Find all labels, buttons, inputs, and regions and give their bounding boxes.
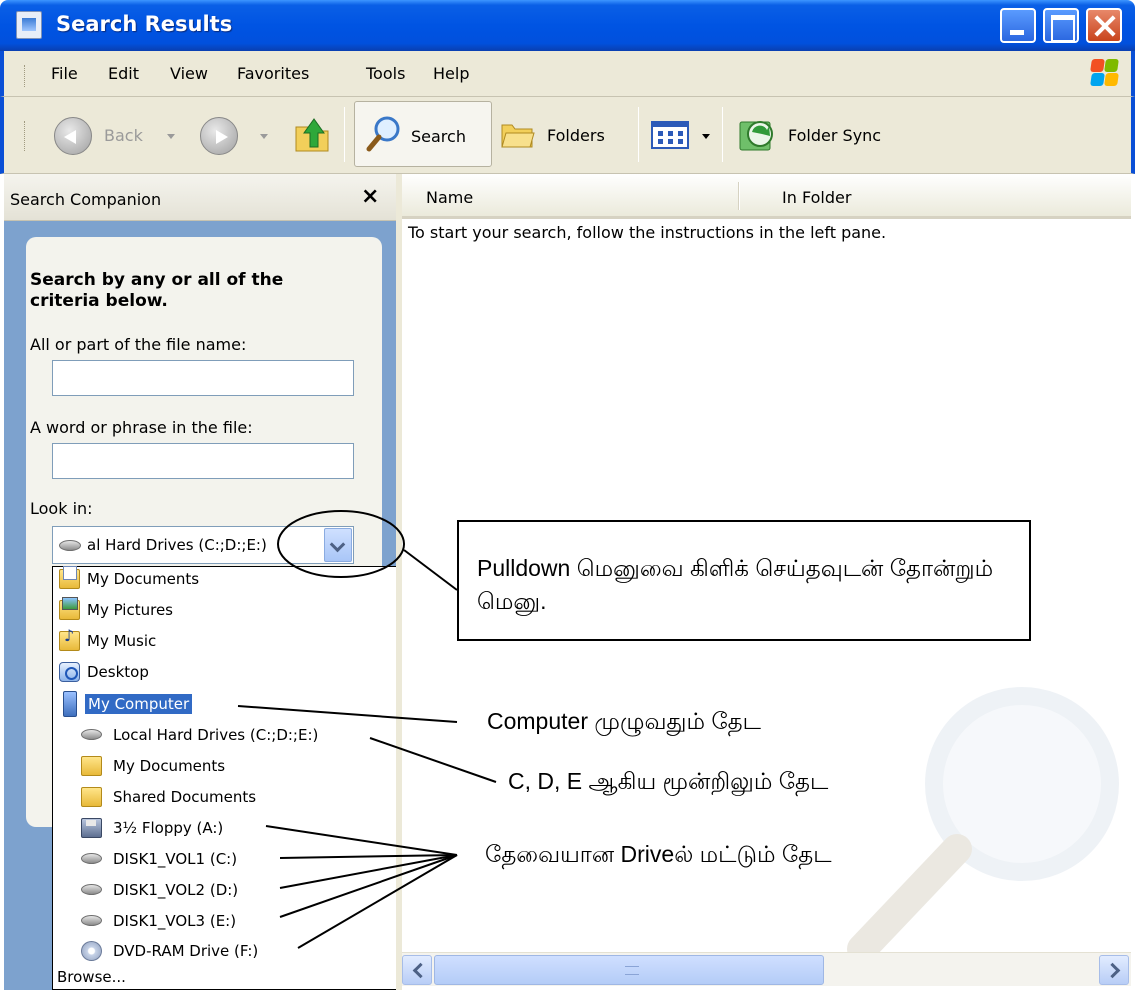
look-in-dropdown-list: My Documents My Pictures My Music Deskto… xyxy=(52,566,404,990)
list-item-browse[interactable]: Browse... xyxy=(53,965,403,990)
close-pane-icon[interactable]: × xyxy=(361,184,379,209)
window-title: Search Results xyxy=(56,12,233,36)
search-companion-title: Search Companion xyxy=(10,190,162,209)
search-results-window-icon xyxy=(16,11,42,39)
back-dropdown-arrow-icon[interactable] xyxy=(167,134,175,139)
my-documents-icon xyxy=(59,566,80,589)
annotation-callout-box: Pulldown மெனுவை கிளிக் செய்தவுடன் தோன்று… xyxy=(457,520,1031,641)
title-bar: Search Results xyxy=(0,0,1135,51)
list-item[interactable]: DISK1_VOL3 (E:) xyxy=(53,909,403,937)
list-item[interactable]: DVD-RAM Drive (F:) xyxy=(53,939,403,967)
folders-label[interactable]: Folders xyxy=(547,126,605,145)
maximize-button[interactable] xyxy=(1043,8,1079,43)
magnifier-icon xyxy=(366,116,400,152)
hard-drive-icon xyxy=(81,884,102,895)
menu-view[interactable]: View xyxy=(170,64,208,83)
hard-drive-icon xyxy=(81,729,102,740)
back-arrow-icon[interactable] xyxy=(54,117,92,155)
list-item[interactable]: 3½ Floppy (A:) xyxy=(53,816,403,844)
close-button[interactable] xyxy=(1086,8,1122,43)
annotation-cde: C, D, E ஆகிய மூன்றிலும் தேட xyxy=(508,768,829,794)
views-icon[interactable] xyxy=(651,120,691,150)
forward-arrow-icon[interactable] xyxy=(200,117,238,155)
horizontal-scrollbar[interactable] xyxy=(402,952,1131,986)
dvd-icon xyxy=(81,941,102,961)
annotation-drive: தேவையான Driveல் மட்டும் தேட xyxy=(485,841,832,867)
annotation-callout-text: Pulldown மெனுவை கிளிக் செய்தவுடன் தோன்று… xyxy=(477,555,994,614)
list-item[interactable]: Desktop xyxy=(53,660,403,688)
menu-tools[interactable]: Tools xyxy=(366,64,405,83)
menu-help[interactable]: Help xyxy=(433,64,469,83)
hard-drive-icon xyxy=(81,915,102,926)
annotation-computer: Computer முழுவதும் தேட xyxy=(487,708,761,734)
list-item[interactable]: My Music xyxy=(53,626,403,657)
menu-bar: File Edit View Favorites Tools Help xyxy=(0,51,1135,97)
results-column-header: Name In Folder xyxy=(402,174,1131,219)
my-computer-icon xyxy=(63,691,77,717)
search-label: Search xyxy=(411,127,466,146)
folder-sync-label[interactable]: Folder Sync xyxy=(788,126,881,145)
look-in-label: Look in: xyxy=(30,499,93,518)
toolbar-separator xyxy=(638,107,639,162)
menu-grip xyxy=(24,65,26,87)
back-label[interactable]: Back xyxy=(104,126,143,145)
magnifier-watermark-icon xyxy=(847,687,1119,964)
list-item[interactable]: My Documents xyxy=(53,566,403,595)
list-item[interactable]: My Pictures xyxy=(53,597,403,626)
menu-edit[interactable]: Edit xyxy=(108,64,139,83)
search-instructions-text: To start your search, follow the instruc… xyxy=(408,223,887,242)
folders-icon[interactable] xyxy=(500,119,536,149)
phrase-label: A word or phrase in the file: xyxy=(30,418,253,437)
phrase-input[interactable] xyxy=(52,443,354,479)
hard-drive-icon xyxy=(81,853,102,864)
minimize-button[interactable] xyxy=(1000,8,1036,43)
menu-favorites[interactable]: Favorites xyxy=(237,64,309,83)
look-in-combobox[interactable]: al Hard Drives (C:;D:;E:) xyxy=(52,526,354,564)
criteria-heading: Search by any or all of the criteria bel… xyxy=(30,270,284,311)
list-item[interactable]: Local Hard Drives (C:;D:;E:) xyxy=(53,723,403,751)
look-in-value: al Hard Drives (C:;D:;E:) xyxy=(87,536,267,554)
folder-up-icon[interactable] xyxy=(294,113,330,153)
floppy-icon xyxy=(81,818,102,838)
folder-icon xyxy=(81,756,102,776)
scroll-left-icon[interactable] xyxy=(402,955,432,985)
my-music-icon xyxy=(59,626,80,651)
desktop-icon xyxy=(59,662,80,682)
scroll-right-icon[interactable] xyxy=(1099,955,1129,985)
search-button[interactable]: Search xyxy=(354,101,492,167)
column-name[interactable]: Name xyxy=(426,188,473,207)
hard-drive-icon xyxy=(59,540,81,551)
chevron-down-icon[interactable] xyxy=(324,528,352,562)
list-item[interactable]: DISK1_VOL1 (C:) xyxy=(53,847,403,875)
list-item[interactable]: DISK1_VOL2 (D:) xyxy=(53,878,403,906)
scrollbar-grip xyxy=(625,966,639,975)
list-item[interactable]: Shared Documents xyxy=(53,785,403,813)
menu-file[interactable]: File xyxy=(51,64,78,83)
folder-icon xyxy=(81,787,102,807)
my-pictures-icon xyxy=(59,597,80,620)
list-item[interactable]: My Documents xyxy=(53,754,403,782)
toolbar-separator xyxy=(344,107,345,162)
windows-logo-icon xyxy=(1089,57,1119,89)
scrollbar-thumb[interactable] xyxy=(434,955,824,985)
toolbar-separator xyxy=(722,107,723,162)
column-in-folder[interactable]: In Folder xyxy=(782,188,851,207)
search-companion-header: Search Companion × xyxy=(4,174,396,221)
toolbar: Back Search Folders Folder Sync xyxy=(0,97,1135,174)
file-name-input[interactable] xyxy=(52,360,354,396)
file-name-label: All or part of the file name: xyxy=(30,335,247,354)
toolbar-grip xyxy=(24,121,26,151)
column-separator[interactable] xyxy=(738,182,740,210)
list-item-selected[interactable]: My Computer xyxy=(53,691,403,720)
forward-dropdown-arrow-icon[interactable] xyxy=(260,134,268,139)
views-dropdown-arrow-icon[interactable] xyxy=(702,134,710,139)
folder-sync-icon[interactable] xyxy=(738,114,778,154)
